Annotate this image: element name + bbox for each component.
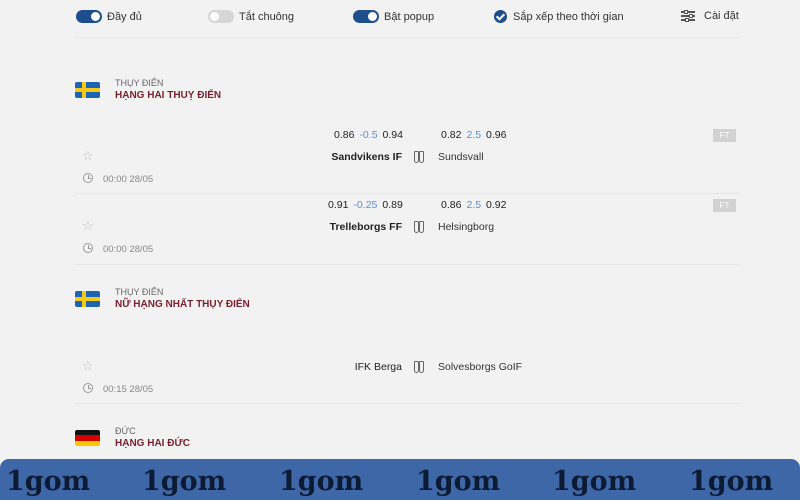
country-name: THỤY ĐIỂN <box>115 78 164 88</box>
total-line-value: 2.5 <box>466 199 482 211</box>
league-name: HẠNG HAI THUỴ ĐIỂN <box>115 90 222 101</box>
watermark-text: 1gom <box>279 466 364 497</box>
match-time: 00:00 28/05 <box>103 244 154 255</box>
away-team[interactable]: Solvesborgs GoIF <box>438 361 522 373</box>
odds-handicap[interactable]: 0.86 -0.5 0.94 <box>334 129 403 141</box>
toggle-switch[interactable] <box>353 10 379 23</box>
sort-by-time-option[interactable]: Sắp xếp theo thời gian <box>494 10 624 23</box>
mute-all-toggle[interactable]: Tắt chuông <box>208 10 294 23</box>
popup-toggle[interactable]: Bật popup <box>353 10 434 23</box>
home-team[interactable]: IFK Berga <box>355 361 402 373</box>
toolbar: Đầy đủ Tắt chuông Bật popup Sắp xếp theo… <box>0 0 800 37</box>
divider <box>75 193 740 194</box>
divider <box>75 37 740 38</box>
match-time: 00:15 28/05 <box>103 384 154 395</box>
star-icon[interactable]: ☆ <box>82 148 94 164</box>
settings-label: Cài đặt <box>704 10 739 22</box>
star-icon[interactable]: ☆ <box>82 358 94 374</box>
handicap-value: -0.25 <box>353 199 378 211</box>
sliders-icon <box>681 10 695 22</box>
odds-over-under[interactable]: 0.82 2.5 0.96 <box>441 129 506 141</box>
toggle-switch[interactable] <box>208 10 234 23</box>
jersey-icon <box>414 360 426 374</box>
watermark-text: 1gom <box>552 466 637 497</box>
popup-label: Bật popup <box>384 10 435 23</box>
status-badge: FT <box>713 129 736 142</box>
league-name: HẠNG HAI ĐỨC <box>115 438 190 449</box>
divider <box>75 403 740 404</box>
jersey-icon <box>414 150 426 164</box>
odds-over-under[interactable]: 0.86 2.5 0.92 <box>441 199 506 211</box>
home-team[interactable]: Sandvikens IF <box>331 151 402 163</box>
full-view-toggle[interactable]: Đầy đủ <box>76 10 142 23</box>
jersey-icon <box>414 220 426 234</box>
watermark-text: 1gom <box>416 466 501 497</box>
watermark-banner: 1gom 1gom 1gom 1gom 1gom 1gom <box>0 459 800 500</box>
away-team[interactable]: Sundsvall <box>438 151 484 163</box>
clock-icon <box>83 383 93 393</box>
clock-icon <box>83 173 93 183</box>
watermark-text: 1gom <box>6 466 91 497</box>
odds-value: 0.89 <box>382 199 403 211</box>
mute-all-label: Tắt chuông <box>239 10 295 23</box>
toggle-switch[interactable] <box>76 10 102 23</box>
check-icon[interactable] <box>494 10 507 23</box>
settings-button[interactable]: Cài đặt <box>681 10 739 22</box>
match-row[interactable]: 0.86 -0.5 0.94 0.82 2.5 0.96 FT ☆ Sandvikens… <box>0 129 800 199</box>
watermark-text: 1gom <box>142 466 227 497</box>
odds-value: 0.96 <box>486 129 507 141</box>
league-name: NỮ HẠNG NHẤT THỤY ĐIỂN <box>115 299 250 310</box>
status-badge: FT <box>713 199 736 212</box>
clock-icon <box>83 243 93 253</box>
odds-value: 0.94 <box>382 129 403 141</box>
divider <box>75 264 740 265</box>
sort-by-time-label: Sắp xếp theo thời gian <box>513 10 624 23</box>
germany-flag-icon <box>75 430 100 446</box>
total-line-value: 2.5 <box>466 129 482 141</box>
odds-value: 0.92 <box>486 199 507 211</box>
odds-value: 0.91 <box>328 199 349 211</box>
handicap-value: -0.5 <box>359 129 378 141</box>
home-team[interactable]: Trelleborgs FF <box>330 221 402 233</box>
odds-value: 0.82 <box>441 129 462 141</box>
match-row[interactable]: ☆ IFK Berga Solvesborgs GoIF 00:15 28/05 <box>0 339 800 409</box>
odds-value: 0.86 <box>334 129 355 141</box>
full-view-label: Đầy đủ <box>107 10 142 23</box>
country-name: THỤY ĐIỂN <box>115 287 164 297</box>
watermark-text: 1gom <box>689 466 774 497</box>
odds-handicap[interactable]: 0.91 -0.25 0.89 <box>328 199 403 211</box>
match-row[interactable]: 0.91 -0.25 0.89 0.86 2.5 0.92 FT ☆ Trellebor… <box>0 199 800 269</box>
odds-value: 0.86 <box>441 199 462 211</box>
away-team[interactable]: Helsingborg <box>438 221 494 233</box>
star-icon[interactable]: ☆ <box>82 218 94 234</box>
country-name: ĐỨC <box>115 426 136 436</box>
sweden-flag-icon <box>75 291 100 307</box>
sweden-flag-icon <box>75 82 100 98</box>
match-time: 00:00 28/05 <box>103 174 154 185</box>
